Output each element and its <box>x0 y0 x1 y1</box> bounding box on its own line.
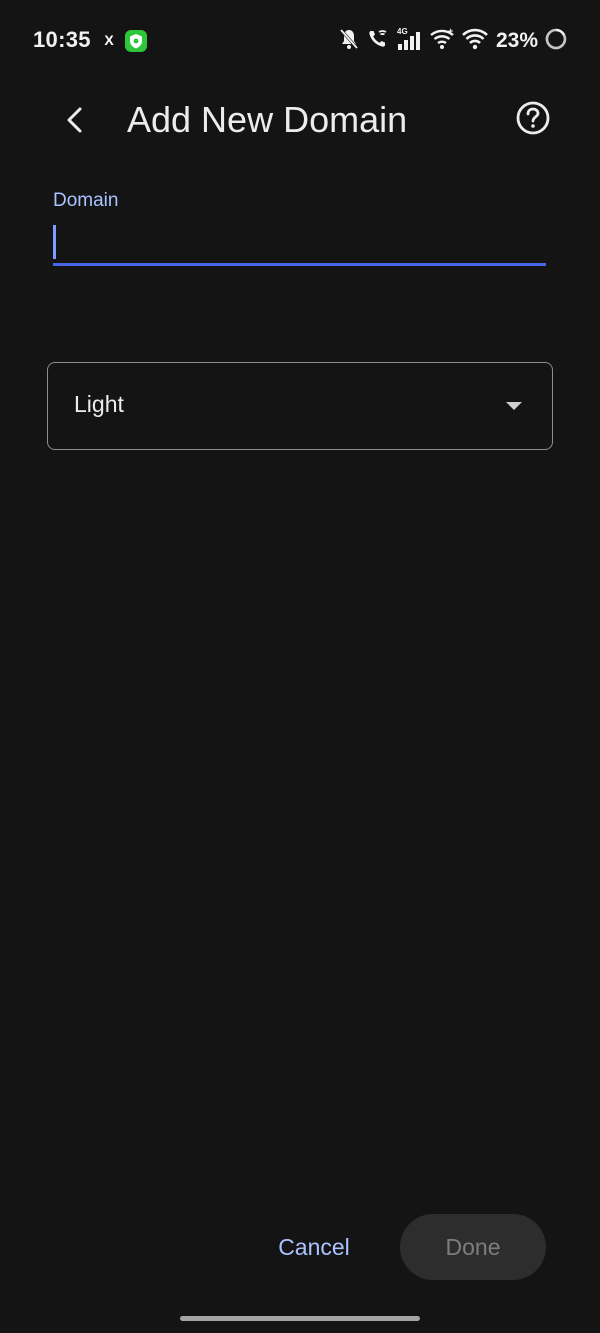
dropdown-arrow-icon <box>506 402 522 410</box>
status-time: 10:35 <box>33 27 91 52</box>
wifi-icon <box>462 27 488 56</box>
wifi-plus-icon: + <box>430 26 456 56</box>
svg-text:4G: 4G <box>397 27 408 36</box>
home-indicator[interactable] <box>180 1316 420 1321</box>
cancel-button[interactable]: Cancel <box>262 1215 366 1279</box>
shield-notification-icon <box>125 30 147 52</box>
bell-off-icon <box>338 27 360 56</box>
status-bar: 10:35 X 4G + 23% <box>0 0 600 82</box>
battery-percent: 23% <box>495 29 538 52</box>
app-bar: Add New Domain <box>0 82 600 158</box>
text-cursor <box>53 225 56 259</box>
domain-input[interactable] <box>53 222 546 262</box>
status-icons: 4G + 23% <box>338 26 568 56</box>
x-app-notification-icon: X <box>104 32 114 48</box>
chevron-left-icon <box>67 107 82 133</box>
theme-dropdown-value: Light <box>74 391 124 417</box>
back-button[interactable] <box>52 98 96 142</box>
domain-field-label: Domain <box>53 190 119 211</box>
battery-ring-icon <box>544 27 568 56</box>
svg-text:+: + <box>448 27 453 36</box>
done-button[interactable]: Done <box>400 1214 546 1280</box>
theme-dropdown[interactable]: Light <box>47 362 553 450</box>
wifi-call-icon <box>366 27 390 56</box>
help-button[interactable] <box>511 96 555 140</box>
cellular-signal-icon: 4G <box>396 26 424 57</box>
screen: 10:35 X 4G + 23% Add New Domain Domain L… <box>0 0 600 1333</box>
domain-field-underline <box>53 263 546 266</box>
page-title: Add New Domain <box>127 99 408 140</box>
help-circle-icon <box>516 101 550 135</box>
